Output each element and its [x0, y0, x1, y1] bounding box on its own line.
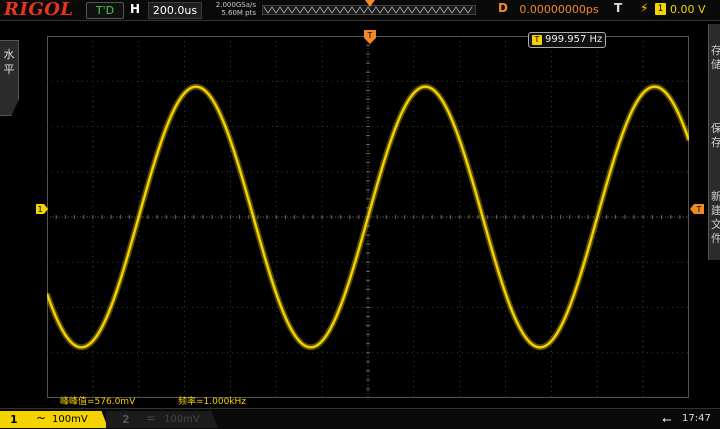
horizontal-menu-tab[interactable]: 水 平: [0, 40, 19, 116]
delay-label: D: [498, 1, 508, 15]
channel-status-bar: 1 ~ 100mV 2 = 100mV ⭠ 17:47: [0, 408, 720, 429]
horizontal-timebase[interactable]: H 200.0us: [128, 2, 202, 19]
top-status-bar: RIGOL T'D H 200.0us 2.000GSa/s 5.60M pts…: [0, 0, 720, 21]
frequency-counter-value: 999.957 Hz: [545, 34, 603, 45]
softkey-char: 存: [711, 136, 720, 149]
right-softkey-strip[interactable]: 存 储 保 存 新 建 文 件: [708, 24, 720, 260]
measurement-frequency: 频率=1.000kHz: [178, 397, 247, 407]
timebase-value[interactable]: 200.0us: [148, 2, 202, 19]
ch1-status-tab[interactable]: 1 ~ 100mV: [0, 411, 108, 428]
acquisition-info: 2.000GSa/s 5.60M pts: [208, 1, 256, 17]
frequency-counter: T 999.957 Hz: [528, 32, 606, 48]
waveform-display[interactable]: [47, 36, 689, 398]
usb-icon: ⭠: [662, 412, 672, 426]
svg-text:T: T: [367, 31, 373, 40]
softkey-char: 文: [711, 218, 720, 231]
ac-coupling-icon: ~: [36, 411, 47, 425]
softkey-char: 件: [711, 232, 720, 245]
memory-position-marker: [365, 0, 375, 7]
run-state-indicator[interactable]: T'D: [86, 2, 124, 19]
svg-text:1: 1: [37, 205, 42, 214]
measurement-vpp: 峰峰值=576.0mV: [60, 397, 136, 407]
ch1-offset-marker[interactable]: 1: [36, 204, 48, 214]
brand-logo: RIGOL: [4, 0, 74, 20]
memory-depth: 5.60M pts: [221, 9, 256, 17]
trigger-label: T: [614, 1, 623, 15]
softkey-char: 保: [711, 122, 720, 135]
horizontal-label: H: [130, 2, 141, 16]
trigger-level-value[interactable]: 0.00 V: [670, 2, 706, 17]
trigger-source-badge: 1: [655, 3, 666, 15]
rising-edge-icon: ⚡: [640, 1, 649, 15]
ch1-scale: 100mV: [52, 414, 88, 425]
trigger-position-marker[interactable]: T: [364, 30, 376, 44]
delay-value[interactable]: 0.00000000ps: [516, 2, 602, 17]
sample-rate: 2.000GSa/s: [215, 1, 256, 9]
ch1-number: 1: [10, 413, 18, 426]
ch2-number: 2: [122, 413, 130, 426]
trigger-level-marker[interactable]: T: [690, 204, 704, 214]
frequency-counter-icon: T: [532, 35, 542, 45]
softkey-char: 存: [711, 44, 720, 57]
svg-text:T: T: [696, 205, 702, 214]
softkey-char: 储: [711, 58, 720, 71]
softkey-char: 新: [711, 190, 720, 203]
ch2-scale: 100mV: [164, 414, 200, 425]
horizontal-menu-label-1: 水: [3, 48, 15, 61]
waveform-plot: [47, 36, 689, 398]
horizontal-menu-label-2: 平: [3, 63, 15, 76]
ch2-status-tab[interactable]: 2 = 100mV: [106, 411, 218, 428]
dc-coupling-icon: =: [146, 411, 157, 425]
clock: 17:47: [682, 413, 711, 424]
softkey-char: 建: [711, 204, 720, 217]
